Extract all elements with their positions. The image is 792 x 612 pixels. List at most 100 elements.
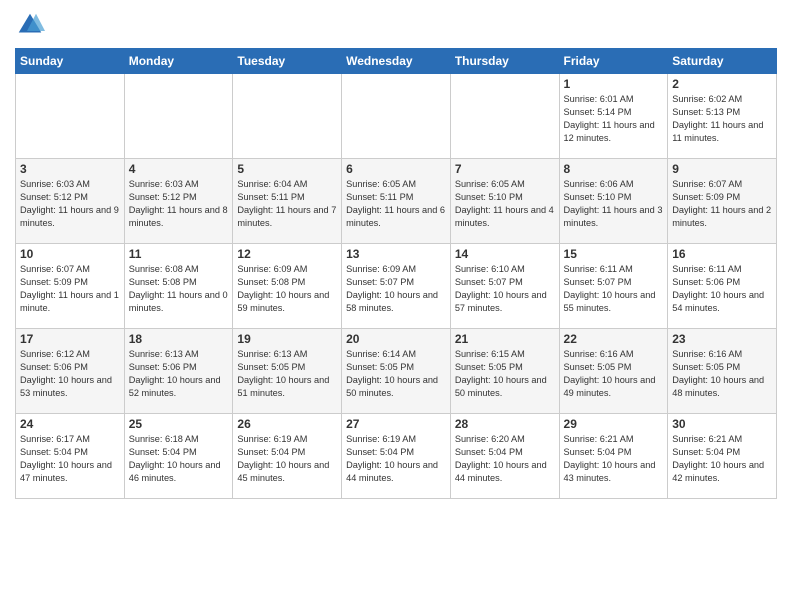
- calendar-cell: [124, 74, 233, 159]
- day-number: 16: [672, 247, 772, 261]
- day-info: Sunrise: 6:19 AM Sunset: 5:04 PM Dayligh…: [346, 433, 446, 485]
- calendar-week-row: 1 Sunrise: 6:01 AM Sunset: 5:14 PM Daylig…: [16, 74, 777, 159]
- day-info: Sunrise: 6:05 AM Sunset: 5:10 PM Dayligh…: [455, 178, 555, 230]
- day-number: 10: [20, 247, 120, 261]
- weekday-header: Wednesday: [342, 49, 451, 74]
- calendar-cell: 1 Sunrise: 6:01 AM Sunset: 5:14 PM Daylig…: [559, 74, 668, 159]
- weekday-header: Friday: [559, 49, 668, 74]
- day-info: Sunrise: 6:14 AM Sunset: 5:05 PM Dayligh…: [346, 348, 446, 400]
- day-number: 7: [455, 162, 555, 176]
- page-container: SundayMondayTuesdayWednesdayThursdayFrid…: [0, 0, 792, 509]
- calendar-week-row: 10 Sunrise: 6:07 AM Sunset: 5:09 PM Dayli…: [16, 244, 777, 329]
- weekday-header: Tuesday: [233, 49, 342, 74]
- calendar-cell: 14Sunrise: 6:10 AM Sunset: 5:07 PM Dayli…: [450, 244, 559, 329]
- day-info: Sunrise: 6:11 AM Sunset: 5:06 PM Dayligh…: [672, 263, 772, 315]
- calendar-cell: 17 Sunrise: 6:12 AM Sunset: 5:06 PM Dayli…: [16, 329, 125, 414]
- logo: [15, 10, 49, 40]
- calendar-cell: 23 Sunrise: 6:16 AM Sunset: 5:05 PM Dayli…: [668, 329, 777, 414]
- calendar-cell: 28 Sunrise: 6:20 AM Sunset: 5:04 PM Dayli…: [450, 414, 559, 499]
- calendar-cell: [450, 74, 559, 159]
- day-info: Sunrise: 6:16 AM Sunset: 5:05 PM Dayligh…: [564, 348, 664, 400]
- day-number: 19: [237, 332, 337, 346]
- weekday-header: Thursday: [450, 49, 559, 74]
- day-number: 30: [672, 417, 772, 431]
- calendar-cell: 18 Sunrise: 6:13 AM Sunset: 5:06 PM Dayli…: [124, 329, 233, 414]
- day-info: Sunrise: 6:20 AM Sunset: 5:04 PM Dayligh…: [455, 433, 555, 485]
- calendar-cell: 13Sunrise: 6:09 AM Sunset: 5:07 PM Dayli…: [342, 244, 451, 329]
- day-number: 11: [129, 247, 229, 261]
- calendar-cell: [233, 74, 342, 159]
- calendar-cell: 16 Sunrise: 6:11 AM Sunset: 5:06 PM Dayli…: [668, 244, 777, 329]
- day-number: 23: [672, 332, 772, 346]
- day-number: 26: [237, 417, 337, 431]
- calendar-cell: 21 Sunrise: 6:15 AM Sunset: 5:05 PM Dayli…: [450, 329, 559, 414]
- day-info: Sunrise: 6:21 AM Sunset: 5:04 PM Dayligh…: [564, 433, 664, 485]
- day-info: Sunrise: 6:10 AM Sunset: 5:07 PM Dayligh…: [455, 263, 555, 315]
- calendar-cell: 11 Sunrise: 6:08 AM Sunset: 5:08 PM Dayli…: [124, 244, 233, 329]
- day-info: Sunrise: 6:13 AM Sunset: 5:06 PM Dayligh…: [129, 348, 229, 400]
- calendar-cell: [16, 74, 125, 159]
- day-info: Sunrise: 6:03 AM Sunset: 5:12 PM Dayligh…: [20, 178, 120, 230]
- calendar-cell: 10 Sunrise: 6:07 AM Sunset: 5:09 PM Dayli…: [16, 244, 125, 329]
- day-info: Sunrise: 6:03 AM Sunset: 5:12 PM Dayligh…: [129, 178, 229, 230]
- calendar-cell: 22Sunrise: 6:16 AM Sunset: 5:05 PM Dayli…: [559, 329, 668, 414]
- calendar-cell: 20 Sunrise: 6:14 AM Sunset: 5:05 PM Dayli…: [342, 329, 451, 414]
- day-number: 1: [564, 77, 664, 91]
- day-number: 4: [129, 162, 229, 176]
- calendar-cell: 19 Sunrise: 6:13 AM Sunset: 5:05 PM Dayli…: [233, 329, 342, 414]
- day-number: 28: [455, 417, 555, 431]
- day-info: Sunrise: 6:18 AM Sunset: 5:04 PM Dayligh…: [129, 433, 229, 485]
- day-info: Sunrise: 6:08 AM Sunset: 5:08 PM Dayligh…: [129, 263, 229, 315]
- calendar-cell: 15Sunrise: 6:11 AM Sunset: 5:07 PM Dayli…: [559, 244, 668, 329]
- day-number: 12: [237, 247, 337, 261]
- day-number: 29: [564, 417, 664, 431]
- day-info: Sunrise: 6:21 AM Sunset: 5:04 PM Dayligh…: [672, 433, 772, 485]
- day-number: 9: [672, 162, 772, 176]
- calendar-week-row: 17 Sunrise: 6:12 AM Sunset: 5:06 PM Dayli…: [16, 329, 777, 414]
- calendar-cell: 8Sunrise: 6:06 AM Sunset: 5:10 PM Daylig…: [559, 159, 668, 244]
- day-info: Sunrise: 6:02 AM Sunset: 5:13 PM Dayligh…: [672, 93, 772, 145]
- day-number: 6: [346, 162, 446, 176]
- calendar-cell: 12 Sunrise: 6:09 AM Sunset: 5:08 PM Dayli…: [233, 244, 342, 329]
- calendar-cell: 3 Sunrise: 6:03 AM Sunset: 5:12 PM Daylig…: [16, 159, 125, 244]
- logo-icon: [15, 10, 45, 40]
- day-number: 24: [20, 417, 120, 431]
- day-info: Sunrise: 6:15 AM Sunset: 5:05 PM Dayligh…: [455, 348, 555, 400]
- calendar-cell: 9 Sunrise: 6:07 AM Sunset: 5:09 PM Daylig…: [668, 159, 777, 244]
- calendar-cell: 29 Sunrise: 6:21 AM Sunset: 5:04 PM Dayli…: [559, 414, 668, 499]
- calendar-cell: 5 Sunrise: 6:04 AM Sunset: 5:11 PM Daylig…: [233, 159, 342, 244]
- calendar-cell: 2Sunrise: 6:02 AM Sunset: 5:13 PM Daylig…: [668, 74, 777, 159]
- day-number: 21: [455, 332, 555, 346]
- day-info: Sunrise: 6:13 AM Sunset: 5:05 PM Dayligh…: [237, 348, 337, 400]
- day-number: 27: [346, 417, 446, 431]
- calendar-cell: [342, 74, 451, 159]
- day-info: Sunrise: 6:04 AM Sunset: 5:11 PM Dayligh…: [237, 178, 337, 230]
- weekday-header: Sunday: [16, 49, 125, 74]
- calendar-week-row: 3 Sunrise: 6:03 AM Sunset: 5:12 PM Daylig…: [16, 159, 777, 244]
- day-number: 3: [20, 162, 120, 176]
- day-info: Sunrise: 6:09 AM Sunset: 5:08 PM Dayligh…: [237, 263, 337, 315]
- calendar-cell: 4 Sunrise: 6:03 AM Sunset: 5:12 PM Daylig…: [124, 159, 233, 244]
- calendar-cell: 27 Sunrise: 6:19 AM Sunset: 5:04 PM Dayli…: [342, 414, 451, 499]
- calendar-week-row: 24 Sunrise: 6:17 AM Sunset: 5:04 PM Dayli…: [16, 414, 777, 499]
- day-info: Sunrise: 6:12 AM Sunset: 5:06 PM Dayligh…: [20, 348, 120, 400]
- day-info: Sunrise: 6:16 AM Sunset: 5:05 PM Dayligh…: [672, 348, 772, 400]
- calendar-cell: 26Sunrise: 6:19 AM Sunset: 5:04 PM Dayli…: [233, 414, 342, 499]
- weekday-header: Monday: [124, 49, 233, 74]
- day-number: 20: [346, 332, 446, 346]
- day-number: 5: [237, 162, 337, 176]
- calendar-cell: 7 Sunrise: 6:05 AM Sunset: 5:10 PM Daylig…: [450, 159, 559, 244]
- day-info: Sunrise: 6:01 AM Sunset: 5:14 PM Dayligh…: [564, 93, 664, 145]
- day-number: 17: [20, 332, 120, 346]
- day-info: Sunrise: 6:07 AM Sunset: 5:09 PM Dayligh…: [20, 263, 120, 315]
- day-number: 15: [564, 247, 664, 261]
- weekday-header: Saturday: [668, 49, 777, 74]
- day-info: Sunrise: 6:17 AM Sunset: 5:04 PM Dayligh…: [20, 433, 120, 485]
- day-number: 25: [129, 417, 229, 431]
- day-number: 13: [346, 247, 446, 261]
- day-number: 18: [129, 332, 229, 346]
- calendar-cell: 6Sunrise: 6:05 AM Sunset: 5:11 PM Daylig…: [342, 159, 451, 244]
- header: [15, 10, 777, 40]
- day-info: Sunrise: 6:07 AM Sunset: 5:09 PM Dayligh…: [672, 178, 772, 230]
- calendar-table: SundayMondayTuesdayWednesdayThursdayFrid…: [15, 48, 777, 499]
